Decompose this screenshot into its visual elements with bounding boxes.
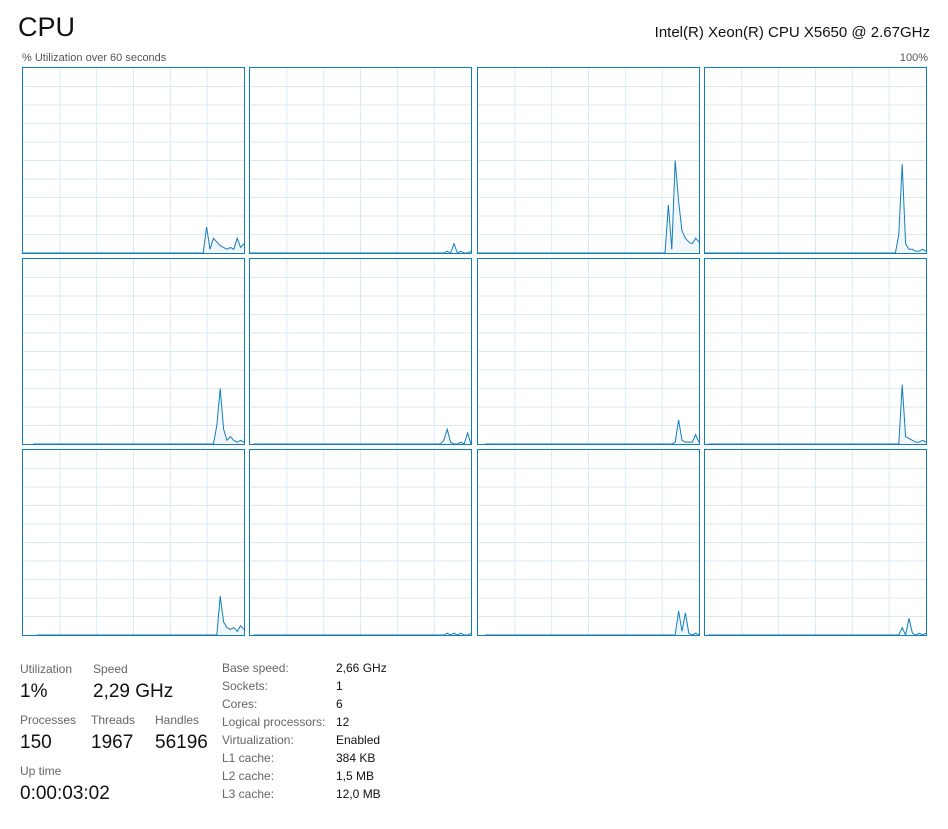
graph-gridlines — [478, 450, 699, 635]
detail-value: 12,0 MB — [336, 787, 381, 801]
logical-processor-11-graph[interactable] — [477, 449, 700, 636]
utilization-line — [484, 419, 699, 444]
logical-processor-4-graph[interactable] — [704, 67, 927, 254]
utilization-area — [484, 419, 699, 444]
detail-label: Logical processors: — [222, 715, 326, 729]
utilization-line — [36, 596, 244, 635]
threads-value: 1967 — [91, 732, 134, 753]
logical-processor-10-graph[interactable] — [249, 449, 472, 636]
graph-gridlines — [478, 68, 699, 253]
detail-label: L1 cache: — [222, 751, 275, 765]
graph-gridlines — [23, 259, 244, 444]
detail-label: Cores: — [222, 697, 258, 711]
utilization-area — [708, 384, 926, 444]
detail-row: L3 cache: 12,0 MB — [222, 787, 387, 805]
detail-value: 12 — [336, 715, 350, 729]
max-utilization-label: 100% — [899, 52, 928, 64]
detail-label: Virtualization: — [222, 733, 294, 747]
page-title: CPU — [18, 12, 76, 42]
detail-row: L2 cache: 1,5 MB — [222, 769, 387, 787]
utilization-line — [708, 384, 926, 444]
detail-row: Base speed: 2,66 GHz — [222, 661, 387, 679]
graph-gridlines — [250, 68, 471, 253]
uptime-label: Up time — [20, 764, 62, 778]
handles-label: Handles — [155, 713, 200, 727]
graph-gridlines — [705, 450, 926, 635]
logical-processor-1-graph[interactable] — [22, 67, 245, 254]
logical-processor-6-graph[interactable] — [249, 258, 472, 445]
detail-value: 6 — [336, 697, 343, 711]
detail-row: Logical processors: 12 — [222, 715, 387, 733]
utilization-line — [253, 427, 471, 444]
utilization-area — [36, 596, 244, 635]
detail-value: 1,5 MB — [336, 769, 375, 783]
utilization-area — [253, 429, 471, 444]
logical-processor-8-graph[interactable] — [704, 258, 927, 445]
detail-value: 384 KB — [336, 751, 376, 765]
detail-row: L1 cache: 384 KB — [222, 751, 387, 769]
detail-row: Sockets: 1 — [222, 679, 387, 697]
detail-value: 1 — [336, 679, 343, 693]
cpu-details-table: Base speed: 2,66 GHz Sockets: 1 Cores: 6 Logic… — [222, 661, 387, 805]
speed-value: 2,29 GHz — [93, 681, 174, 702]
threads-label: Threads — [91, 713, 136, 727]
detail-label: L2 cache: — [222, 769, 275, 783]
uptime-value: 0:00:03:02 — [20, 783, 110, 804]
utilization-area — [33, 388, 244, 444]
detail-label: Sockets: — [222, 679, 269, 693]
detail-label: L3 cache: — [222, 787, 275, 801]
utilization-area — [708, 618, 926, 635]
logical-processor-12-graph[interactable] — [704, 449, 927, 636]
utilization-line — [484, 610, 699, 635]
utilization-line — [708, 618, 926, 635]
logical-processor-9-graph[interactable] — [22, 449, 245, 636]
cpu-stats: Utilization 1% Speed 2,29 GHz Processes … — [20, 660, 220, 810]
processes-value: 150 — [20, 732, 52, 753]
utilization-caption: % Utilization over 60 seconds — [22, 52, 167, 64]
utilization-label: Utilization — [20, 662, 73, 676]
detail-row: Virtualization: Enabled — [222, 733, 387, 751]
speed-label: Speed — [93, 662, 128, 676]
utilization-line — [253, 632, 471, 635]
cpu-model-name: Intel(R) Xeon(R) CPU X5650 @ 2.67GHz — [654, 24, 930, 41]
detail-row: Cores: 6 — [222, 697, 387, 715]
handles-value: 56196 — [155, 732, 208, 753]
graph-gridlines — [23, 450, 244, 635]
graph-gridlines — [250, 259, 471, 444]
utilization-area — [484, 610, 699, 635]
logical-processor-graphs[interactable] — [22, 67, 928, 636]
graph-gridlines — [478, 259, 699, 444]
graph-gridlines — [23, 68, 244, 253]
graph-gridlines — [250, 450, 471, 635]
graph-gridlines — [705, 68, 926, 253]
utilization-line — [33, 388, 244, 444]
logical-processor-7-graph[interactable] — [477, 258, 700, 445]
logical-processor-5-graph[interactable] — [22, 258, 245, 445]
detail-value: Enabled — [336, 733, 381, 747]
processes-label: Processes — [20, 713, 77, 727]
logical-processor-3-graph[interactable] — [477, 67, 700, 254]
logical-processor-2-graph[interactable] — [249, 67, 472, 254]
graph-gridlines — [705, 259, 926, 444]
utilization-value: 1% — [20, 681, 48, 702]
detail-value: 2,66 GHz — [336, 661, 387, 675]
detail-label: Base speed: — [222, 661, 289, 675]
